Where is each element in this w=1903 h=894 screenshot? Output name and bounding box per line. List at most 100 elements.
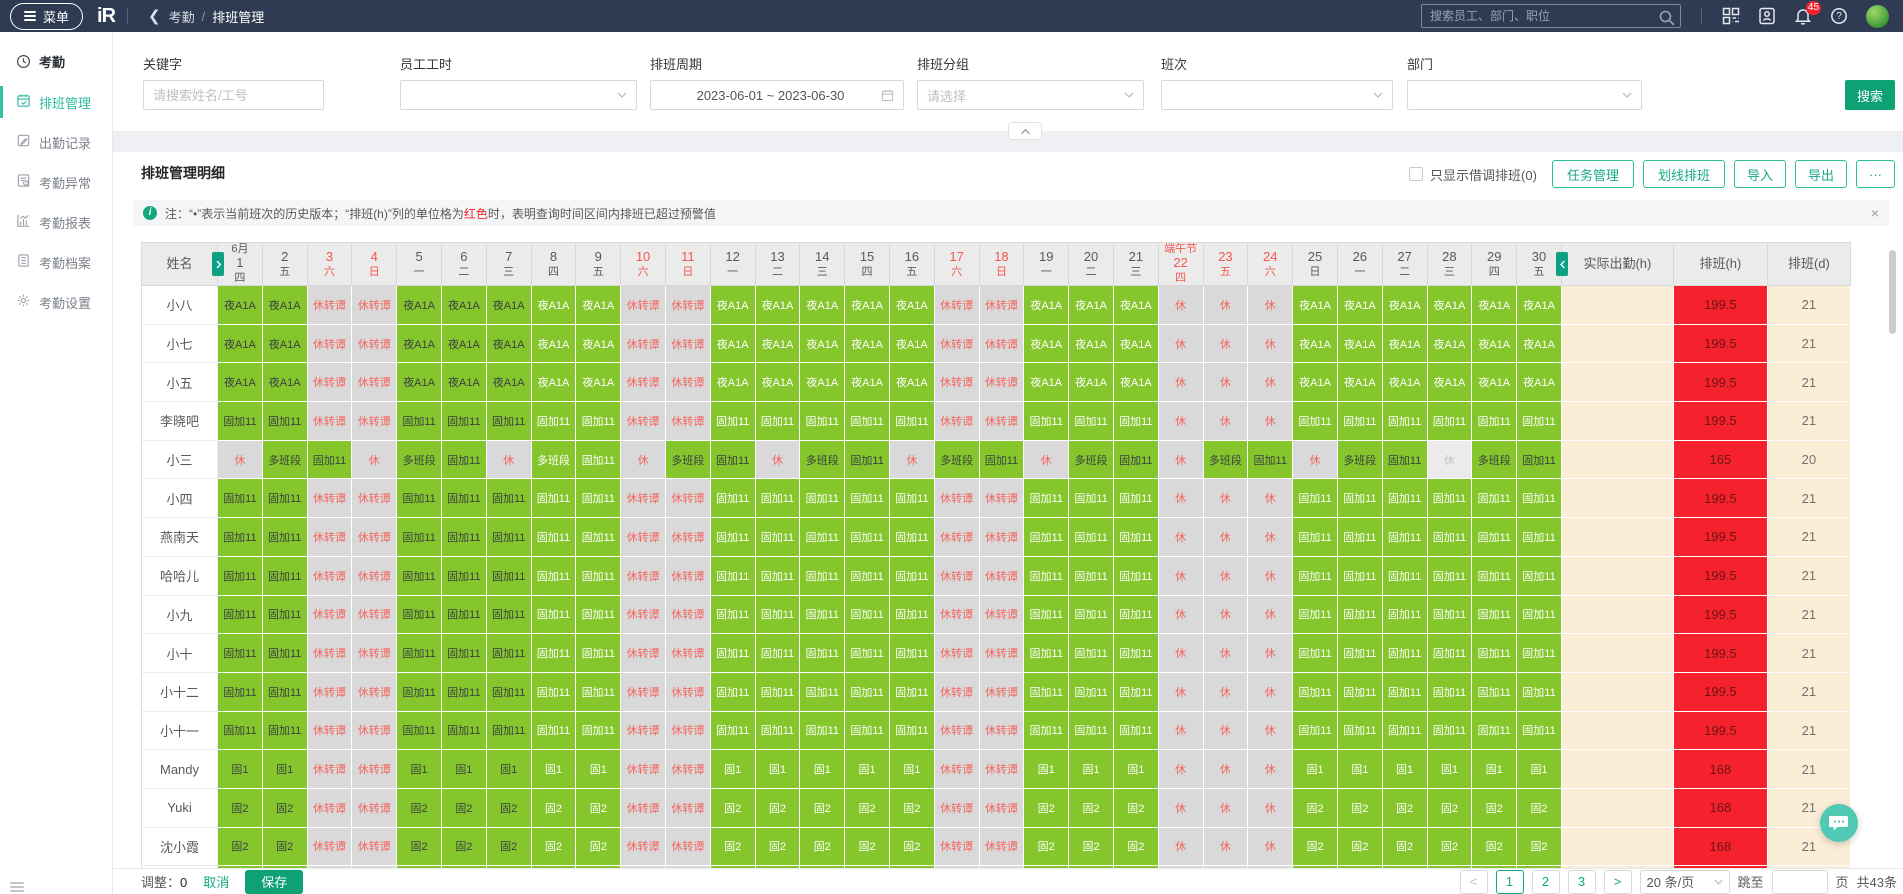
schedule-cell[interactable]: 休 [1159,557,1204,596]
schedule-cell[interactable]: 休转谭 [935,402,980,441]
schedule-cell[interactable]: 固加11 [1024,402,1069,441]
schedule-cell[interactable]: 休 [1159,634,1204,673]
schedule-cell[interactable]: 固加11 [1024,712,1069,751]
schedule-cell[interactable]: 固加11 [1114,712,1159,751]
schedule-cell[interactable]: 休转谭 [621,789,666,828]
schedule-cell[interactable]: 固加11 [1517,441,1562,480]
schedule-cell[interactable]: 固加11 [218,712,263,751]
pagination-page-2[interactable]: 2 [1532,870,1560,894]
jump-to-page-input[interactable] [1772,870,1828,894]
schedule-cell[interactable]: 固加11 [800,557,845,596]
schedule-cell[interactable]: 固加11 [1383,634,1428,673]
schedule-cell[interactable]: 固加11 [263,634,308,673]
schedule-cell[interactable]: 固加11 [487,673,532,712]
schedule-cell[interactable]: 固加11 [442,673,487,712]
schedule-cell[interactable]: 夜A1A [845,325,890,364]
schedule-cell[interactable]: 固加11 [980,441,1025,480]
schedule-cell[interactable]: 夜A1A [576,286,621,325]
schedule-cell[interactable]: 固加11 [218,557,263,596]
schedule-cell[interactable]: 休转谭 [980,634,1025,673]
schedule-cell[interactable]: 固加11 [1517,479,1562,518]
schedule-cell[interactable]: 固2 [756,828,801,867]
schedule-cell[interactable]: 固加11 [1114,402,1159,441]
schedule-cell[interactable]: 固1 [1293,750,1338,789]
schedule-cell[interactable]: 固加11 [845,441,890,480]
schedule-cell[interactable]: 固1 [890,750,935,789]
schedule-cell[interactable]: 夜A1A [711,363,756,402]
schedule-cell[interactable]: 休转谭 [352,596,397,635]
pagination-page-3[interactable]: 3 [1568,870,1596,894]
chat-float-button[interactable] [1820,804,1858,842]
schedule-cell[interactable]: 固2 [1338,828,1383,867]
toolbar-button-划线排班[interactable]: 划线排班 [1643,160,1725,188]
schedule-cell[interactable]: 固加11 [890,712,935,751]
schedule-cell[interactable]: 休转谭 [935,712,980,751]
schedule-cell[interactable]: 固加11 [1248,441,1293,480]
schedule-cell[interactable]: 休转谭 [666,286,711,325]
schedule-cell[interactable]: 固加11 [890,479,935,518]
schedule-cell[interactable]: 固加11 [1024,479,1069,518]
schedule-cell[interactable]: 固加11 [1069,712,1114,751]
schedule-cell[interactable]: 休 [1159,750,1204,789]
schedule-cell[interactable]: 休转谭 [666,789,711,828]
schedule-cell[interactable]: 固加11 [1114,673,1159,712]
schedule-cell[interactable]: 固2 [1293,789,1338,828]
schedule-cell[interactable]: 夜A1A [1428,363,1473,402]
schedule-cell[interactable]: 固加11 [1069,518,1114,557]
schedule-cell[interactable]: 固加11 [800,673,845,712]
schedule-cell[interactable]: 夜A1A [890,325,935,364]
schedule-cell[interactable]: 休转谭 [308,518,353,557]
schedule-cell[interactable]: 固加11 [397,479,442,518]
schedule-cell[interactable]: 固加11 [576,441,621,480]
schedule-cell[interactable]: 夜A1A [711,286,756,325]
schedule-cell[interactable]: 固加11 [711,712,756,751]
schedule-cell[interactable]: 固加11 [845,518,890,557]
schedule-cell[interactable]: 固加11 [1293,557,1338,596]
help-icon[interactable]: ? [1830,7,1848,25]
schedule-cell[interactable]: 固加11 [1428,634,1473,673]
schedule-cell[interactable]: 固2 [1069,828,1114,867]
schedule-cell[interactable]: 固加11 [1517,673,1562,712]
schedule-cell[interactable]: 固2 [845,828,890,867]
schedule-cell[interactable]: 固加11 [890,557,935,596]
schedule-cell[interactable]: 休转谭 [980,402,1025,441]
schedule-cell[interactable]: 固1 [1472,750,1517,789]
collapse-right-arrow[interactable] [1556,252,1568,276]
schedule-cell[interactable]: 固加11 [756,596,801,635]
schedule-cell[interactable]: 休 [1248,557,1293,596]
schedule-cell[interactable]: 休转谭 [352,634,397,673]
schedule-cell[interactable]: 固加11 [711,479,756,518]
schedule-cell[interactable]: 固加11 [263,596,308,635]
schedule-cell[interactable]: 固加11 [1472,557,1517,596]
schedule-cell[interactable]: 夜A1A [1338,363,1383,402]
schedule-cell[interactable]: 休 [1293,441,1338,480]
schedule-cell[interactable]: 夜A1A [1114,286,1159,325]
schedule-cell[interactable]: 固加11 [1114,441,1159,480]
schedule-cell[interactable]: 休 [1159,789,1204,828]
pagination-prev-button[interactable]: < [1460,870,1488,894]
schedule-cell[interactable]: 休转谭 [308,402,353,441]
back-button[interactable]: ❮ [140,7,169,25]
schedule-cell[interactable]: 固2 [576,828,621,867]
schedule-cell[interactable]: 固加11 [442,712,487,751]
schedule-cell[interactable]: 固加11 [711,518,756,557]
schedule-cell[interactable]: 固加11 [711,441,756,480]
schedule-cell[interactable]: 固加11 [532,479,577,518]
schedule-cell[interactable]: 休 [1204,363,1249,402]
schedule-cell[interactable]: 夜A1A [1024,286,1069,325]
schedule-cell[interactable]: 休转谭 [935,479,980,518]
schedule-cell[interactable]: 休 [218,441,263,480]
global-search-input[interactable] [1430,9,1658,23]
schedule-cell[interactable]: 休转谭 [621,596,666,635]
schedule-cell[interactable]: 固2 [1114,789,1159,828]
schedule-cell[interactable]: 休 [1248,518,1293,557]
schedule-cell[interactable]: 固加11 [1428,479,1473,518]
schedule-cell[interactable]: 固加11 [1338,479,1383,518]
schedule-cell[interactable]: 休 [352,441,397,480]
schedule-cell[interactable]: 休转谭 [666,596,711,635]
schedule-cell[interactable]: 休 [621,441,666,480]
schedule-cell[interactable]: 夜A1A [1383,286,1428,325]
schedule-cell[interactable]: 固加11 [1338,673,1383,712]
schedule-cell[interactable]: 休转谭 [666,363,711,402]
schedule-cell[interactable]: 休转谭 [352,750,397,789]
